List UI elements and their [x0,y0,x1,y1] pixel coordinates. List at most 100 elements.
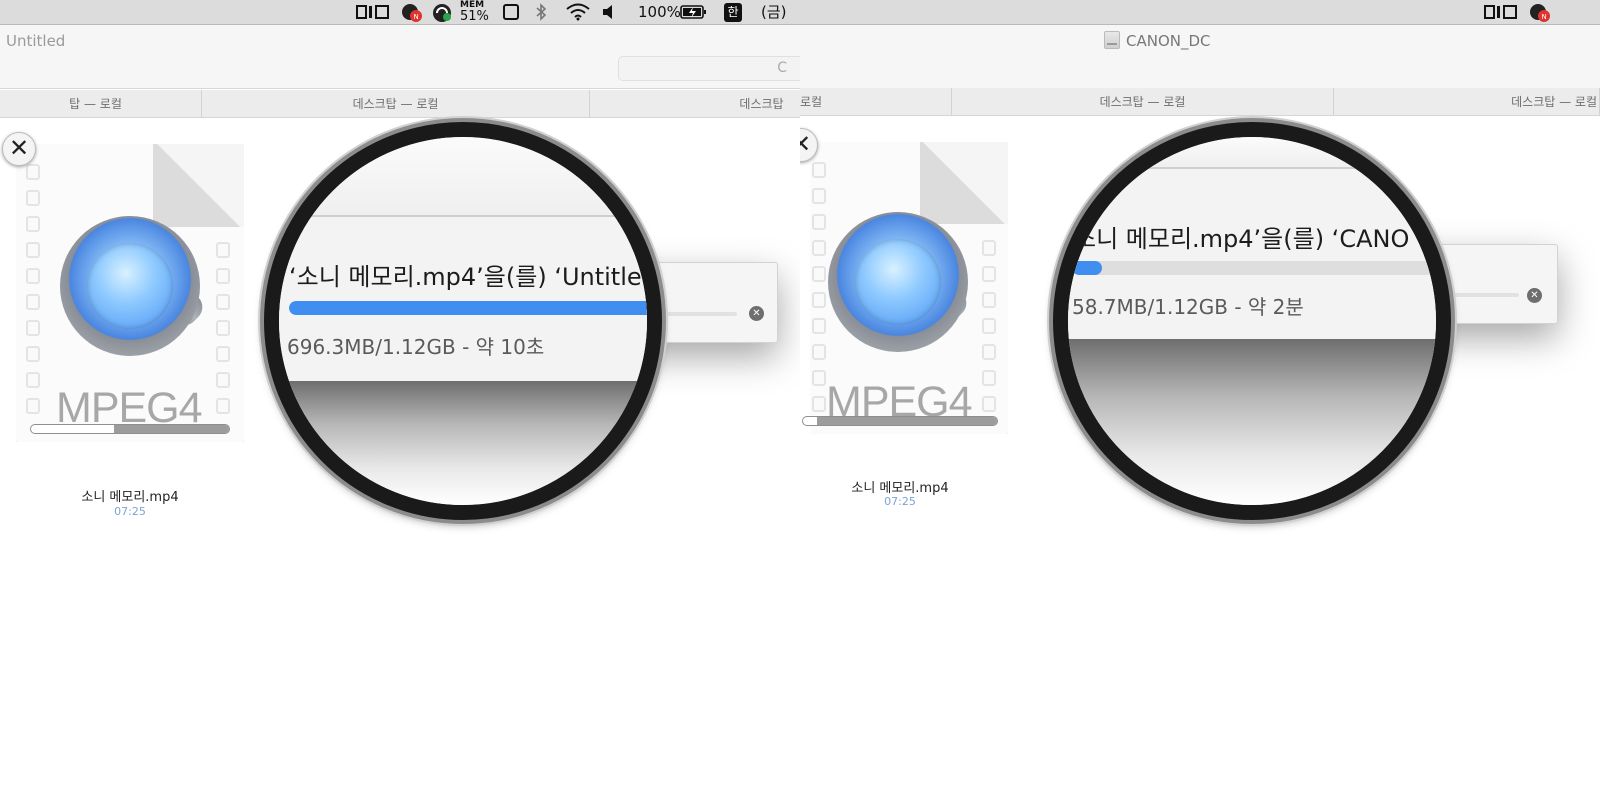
right-panel: N CANON_DC 로컬 데스크탑 — 로컬 데스크탑 — 로컬 MPEG4 … [800,0,1600,800]
film-perforation [812,396,826,412]
film-perforation [26,190,40,206]
copy-title: ‘소니 메모리.mp4’을(를) ‘Untitled [289,263,657,291]
film-perforation [26,320,40,336]
tab-desktop-local-2[interactable]: 데스크탑 — 로컬 [1334,88,1600,116]
search-field[interactable]: C [618,56,800,81]
film-perforation [26,164,40,180]
mpeg4-file-icon[interactable]: MPEG4 [800,142,1008,434]
film-perforation [982,266,996,282]
display-icon[interactable] [502,3,520,22]
film-perforation [982,396,996,412]
film-perforation [812,162,826,178]
svg-text:N: N [414,13,419,21]
battery-percent[interactable]: 100% [638,3,681,22]
film-perforation [812,240,826,256]
film-perforation [216,372,230,388]
lens-shadow-area [1068,339,1436,505]
copy-progress-bar [1072,261,1436,275]
stop-copy-button[interactable]: ✕ [749,306,764,321]
menubar-day[interactable]: (금) [761,3,787,22]
film-perforation [216,320,230,336]
volume-icon[interactable] [601,3,617,22]
window-title: Untitled [6,32,66,50]
film-perforation [26,346,40,362]
tab-desktop-local[interactable]: 데스크탑 — 로컬 [202,90,590,118]
copy-progress-fill [1072,261,1103,275]
film-perforation [812,292,826,308]
film-perforation [216,242,230,258]
input-method-indicator[interactable]: 한 [724,3,742,22]
finder-toolbar: Untitled C [0,25,800,89]
memory-percent: 51% [460,9,489,24]
magnifier-lens: ‘소니 메모리.mp4’을(를) ‘Untitled 696.3MB/1.12G… [264,122,662,520]
magnifier-lens: 소니 메모리.mp4’을(를) ‘CANO 58.7MB/1.12GB - 약 … [1053,122,1451,520]
copy-title: 소니 메모리.mp4’을(를) ‘CANO [1074,225,1410,253]
quicktime-lens [87,243,173,329]
copy-progress-bar [289,301,647,315]
screenshot-root: N MEM 51% 100% 한 (금) Untitled C 탑 — 로컬 데… [0,0,1600,800]
window-manager-icon[interactable] [1484,3,1518,22]
copy-status-text: 58.7MB/1.12GB - 약 2분 [1072,295,1304,319]
page-fold [920,142,1008,224]
film-perforation [812,188,826,204]
mpeg4-file-icon[interactable]: MPEG4 [16,144,244,442]
film-perforation [216,398,230,414]
file-duration: 07:25 [884,495,916,508]
film-perforation [216,294,230,310]
file-duration: 07:25 [114,505,146,518]
file-copy-progress [30,424,230,434]
file-name[interactable]: 소니 메모리.mp4 [30,486,230,505]
film-perforation [26,268,40,284]
film-perforation [26,294,40,310]
film-perforation [26,372,40,388]
lens-toolbar-area [1068,137,1436,169]
film-perforation [982,240,996,256]
finder-toolbar: CANON_DC [800,25,1600,89]
film-perforation [812,266,826,282]
copy-progress-fill [289,301,647,315]
stop-copy-button[interactable]: ✕ [1527,288,1542,303]
file-copy-progress-fill [816,417,997,425]
copy-status-text: 696.3MB/1.12GB - 약 10초 [287,335,545,359]
sync-status-icon[interactable] [432,3,454,22]
tab-bar: 탑 — 로컬 데스크탑 — 로컬 데스크탑 [0,90,800,118]
svg-text:N: N [1542,13,1547,21]
film-perforation [982,292,996,308]
film-perforation [812,344,826,360]
tab-local-1[interactable]: 탑 — 로컬 [0,90,202,118]
file-copy-progress-fill [114,425,229,433]
window-manager-icon[interactable] [356,3,390,22]
page-fold [152,144,244,228]
memory-monitor[interactable]: MEM 51% [460,1,489,24]
film-perforation [216,268,230,284]
menu-bar: N MEM 51% 100% 한 (금) [0,0,800,25]
tab-desktop[interactable]: 데스크탑 [590,90,800,118]
film-perforation [26,242,40,258]
bluetooth-icon[interactable] [534,3,548,22]
file-name[interactable]: 소니 메모리.mp4 [800,477,1000,496]
film-perforation [982,344,996,360]
quicktime-icon [60,216,200,356]
tab-bar: 로컬 데스크탑 — 로컬 데스크탑 — 로컬 [800,88,1600,116]
lens-shadow-area [279,381,647,505]
film-perforation [982,318,996,334]
notification-chat-icon[interactable]: N [1528,3,1552,22]
drive-icon [1104,31,1120,49]
quicktime-lens [855,239,941,325]
tab-local-1[interactable]: 로컬 [800,88,952,116]
search-field-text: C [777,60,787,76]
wifi-icon[interactable] [565,3,591,22]
film-perforation [982,370,996,386]
film-perforation [812,318,826,334]
film-perforation [26,216,40,232]
film-perforation [812,214,826,230]
quicktime-icon [828,212,968,352]
tab-desktop-local[interactable]: 데스크탑 — 로컬 [952,88,1334,116]
file-copy-progress [802,416,998,426]
battery-charging-icon[interactable] [680,3,708,22]
lens-toolbar-area [279,137,647,217]
film-perforation [812,370,826,386]
film-perforation [216,346,230,362]
notification-chat-icon[interactable]: N [400,3,424,22]
cancel-copy-button[interactable]: ✕ [2,132,36,166]
